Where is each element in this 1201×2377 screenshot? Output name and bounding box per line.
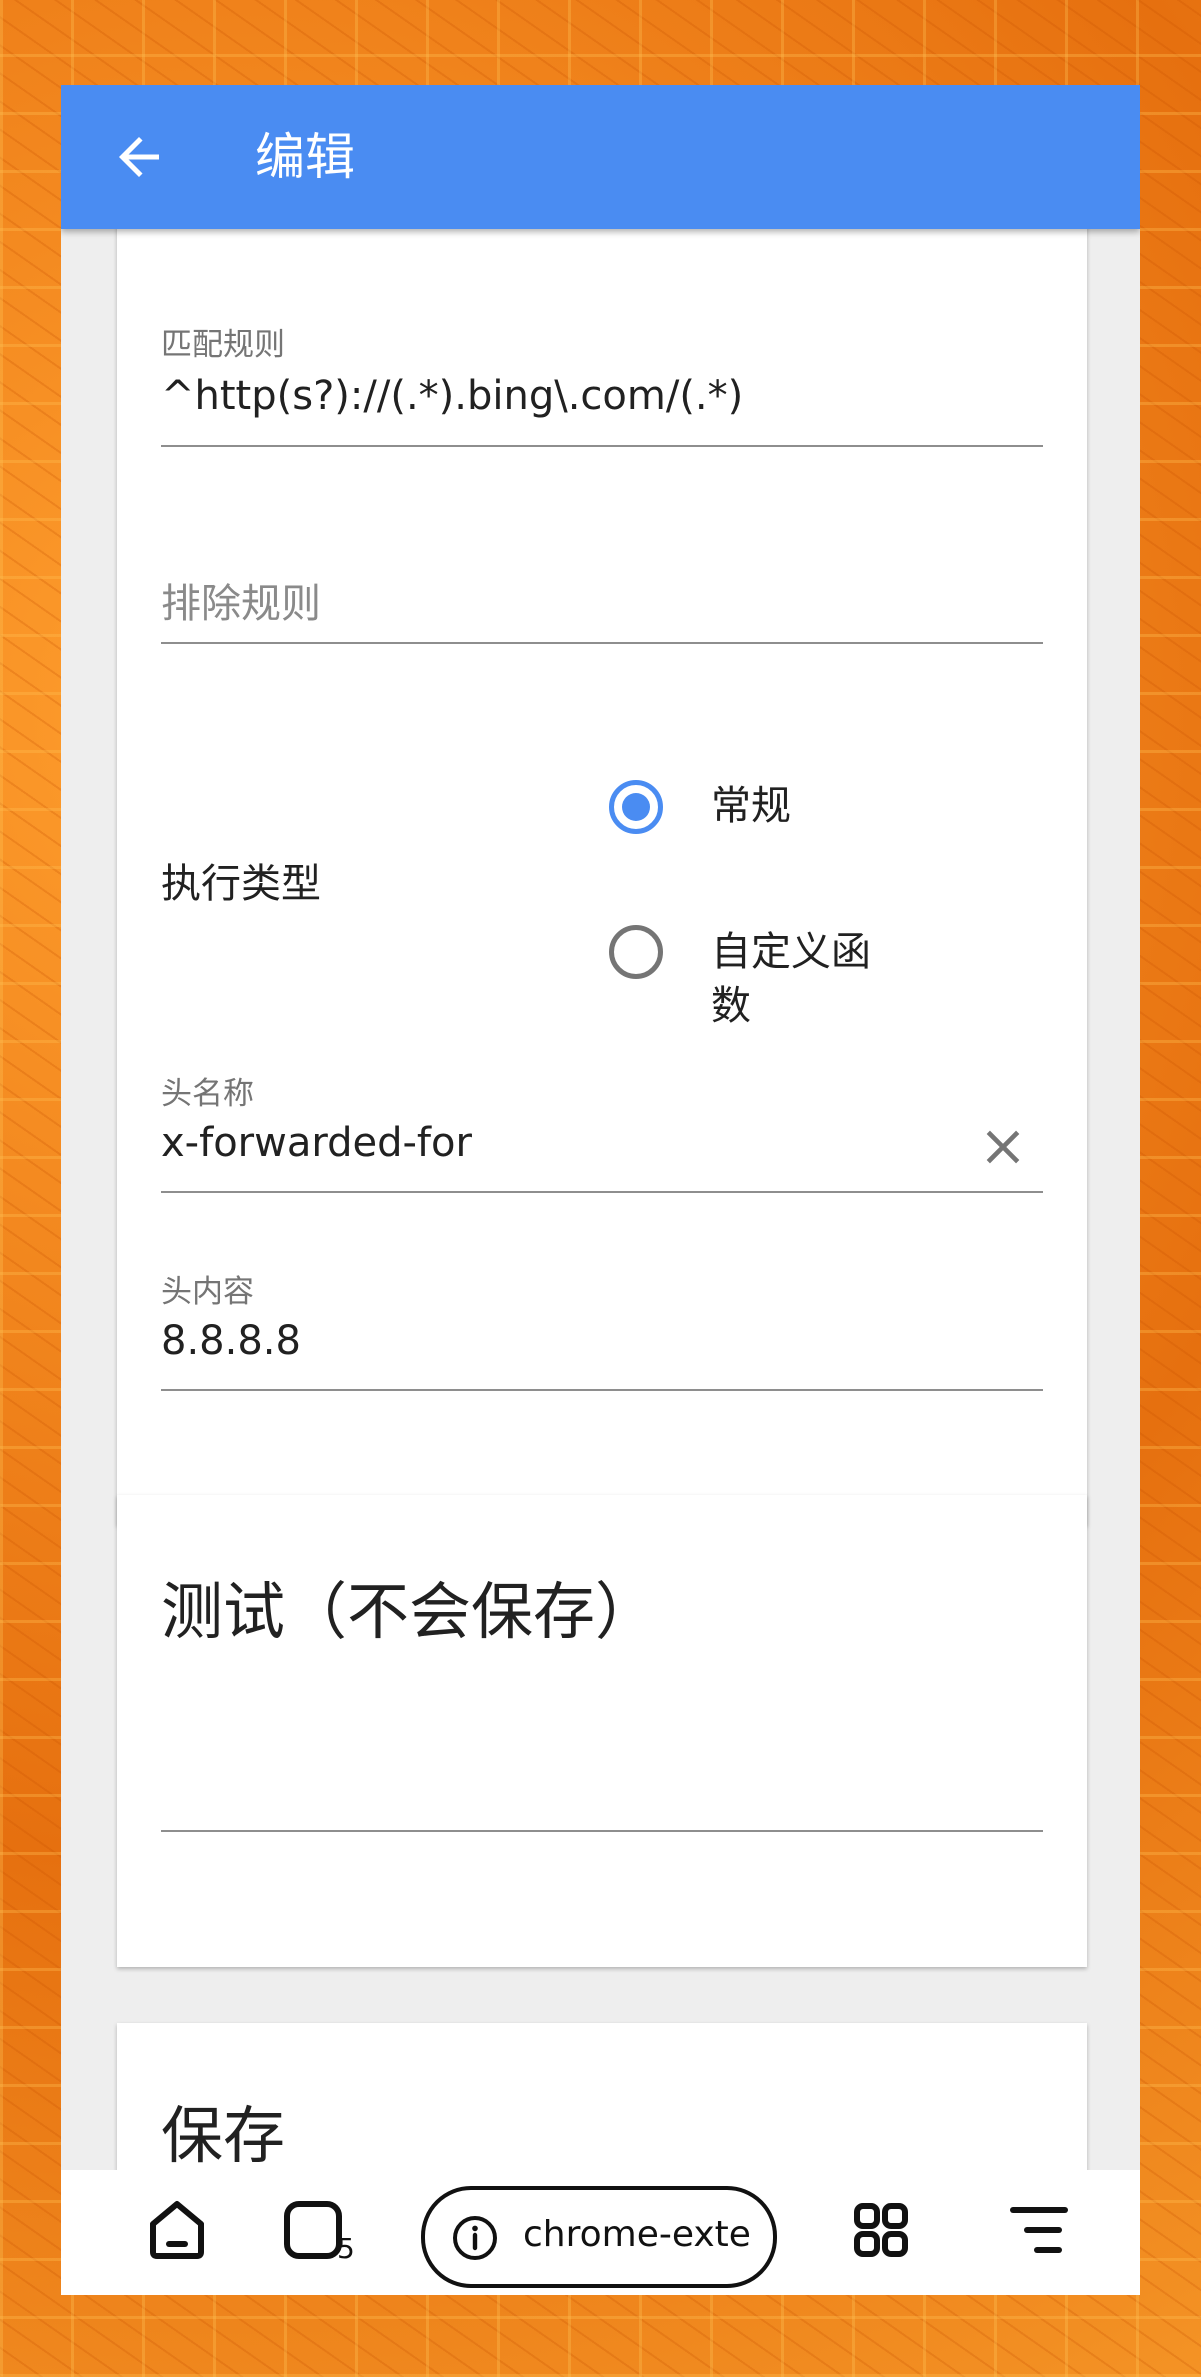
header-name-label: 头名称 xyxy=(161,1076,254,1112)
save-card-title[interactable]: 保存 xyxy=(161,2085,285,2175)
header-name-underline xyxy=(161,1191,1043,1193)
test-card: 测试（不会保存） xyxy=(117,1495,1087,1967)
header-content-underline xyxy=(161,1389,1043,1391)
browser-bottom-bar: 5 chrome-exte xyxy=(61,2170,1140,2295)
radio-custom-function-label-line1[interactable]: 自定义函 xyxy=(711,925,871,979)
exclude-rule-input[interactable]: 排除规则 xyxy=(161,571,321,629)
test-card-title: 测试（不会保存） xyxy=(161,1575,658,1648)
exec-type-label: 执行类型 xyxy=(161,861,321,907)
url-text[interactable]: chrome-exte xyxy=(523,2214,751,2255)
test-input-underline[interactable] xyxy=(161,1830,1043,1832)
app-bar: 编辑 xyxy=(61,85,1140,229)
clear-icon[interactable] xyxy=(975,1119,1031,1175)
match-rule-underline xyxy=(161,445,1043,447)
header-content-input[interactable]: 8.8.8.8 xyxy=(161,1318,301,1364)
radio-normal[interactable] xyxy=(609,780,663,834)
rule-form-card: 匹配规则 ^http(s?)://(.*).bing\.com/(.*) 排除规… xyxy=(117,185,1087,1525)
back-arrow-icon[interactable] xyxy=(109,127,169,187)
radio-normal-label[interactable]: 常规 xyxy=(711,779,791,833)
home-icon[interactable] xyxy=(137,2190,217,2270)
info-icon[interactable] xyxy=(451,2214,499,2262)
app-window: 编辑 匹配规则 ^http(s?)://(.*).bing\.com/(.*) … xyxy=(61,85,1140,2295)
address-bar[interactable]: chrome-exte xyxy=(421,2186,777,2288)
header-name-input[interactable]: x-forwarded-for xyxy=(161,1120,472,1166)
page-title: 编辑 xyxy=(255,128,355,186)
radio-custom-function-label-line2[interactable]: 数 xyxy=(711,979,751,1033)
match-rule-input[interactable]: ^http(s?)://(.*).bing\.com/(.*) xyxy=(161,373,743,419)
apps-grid-icon[interactable] xyxy=(841,2190,921,2270)
exclude-rule-underline xyxy=(161,642,1043,644)
menu-icon[interactable] xyxy=(999,2190,1079,2270)
header-content-label: 头内容 xyxy=(161,1274,254,1310)
match-rule-label: 匹配规则 xyxy=(161,327,285,363)
radio-custom-function[interactable] xyxy=(609,925,663,979)
tab-count: 5 xyxy=(337,2232,355,2265)
